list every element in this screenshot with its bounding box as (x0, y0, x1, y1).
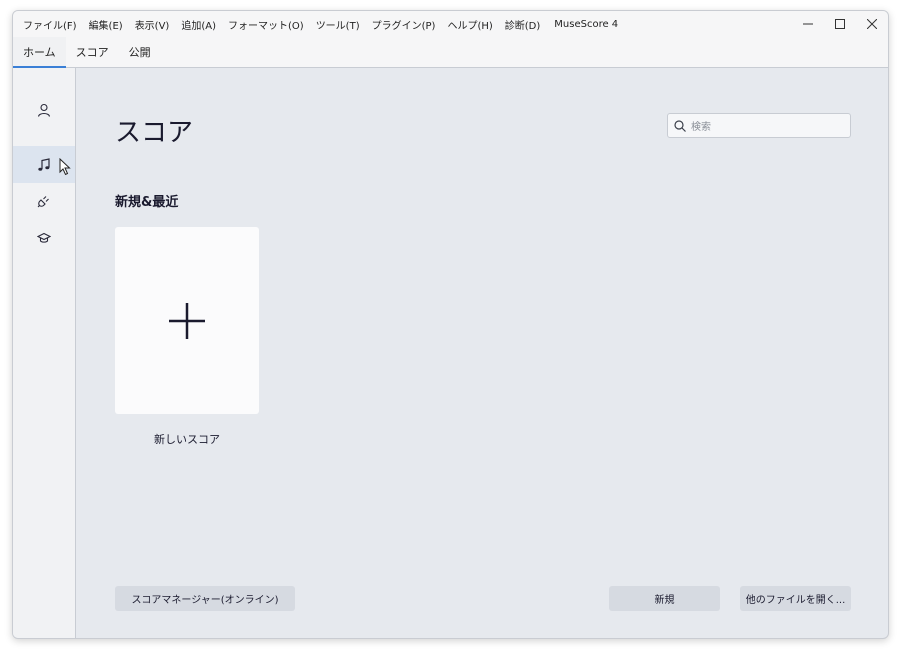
tab-publish[interactable]: 公開 (119, 37, 161, 67)
account-icon (37, 103, 51, 117)
main-content: スコア 検索 新規&最近 新しいスコア スコアマネージャー(オンライン) 新規 … (76, 68, 888, 638)
menu-plugins[interactable]: プラグイン(P) (366, 11, 442, 37)
close-icon (867, 19, 877, 29)
section-title: 新規&最近 (115, 195, 179, 210)
menu-edit[interactable]: 編集(E) (83, 11, 129, 37)
app-window: ファイル(F) 編集(E) 表示(V) 追加(A) フォーマット(O) ツール(… (12, 10, 889, 639)
menu-tools[interactable]: ツール(T) (310, 11, 366, 37)
maximize-icon (835, 19, 845, 29)
tab-home[interactable]: ホーム (13, 37, 66, 68)
new-score-card[interactable] (115, 227, 259, 414)
minimize-icon (803, 23, 813, 25)
plus-icon (169, 302, 205, 339)
menu-help[interactable]: ヘルプ(H) (441, 11, 498, 37)
score-manager-button[interactable]: スコアマネージャー(オンライン) (115, 586, 295, 611)
sidebar (13, 68, 76, 638)
menu-add[interactable]: 追加(A) (175, 11, 222, 37)
search-field[interactable]: 検索 (667, 113, 851, 138)
tab-bar: ホーム スコア 公開 (13, 37, 888, 68)
menu-view[interactable]: 表示(V) (129, 11, 176, 37)
maximize-button[interactable] (824, 11, 856, 37)
menu-diagnostic[interactable]: 診断(D) (499, 11, 547, 37)
sidebar-item-plugins[interactable] (13, 182, 75, 219)
open-other-files-button[interactable]: 他のファイルを開く... (740, 586, 851, 611)
menu-format[interactable]: フォーマット(O) (222, 11, 310, 37)
learn-icon (37, 232, 51, 243)
mouse-cursor-icon (59, 158, 71, 176)
sidebar-item-learn[interactable] (13, 219, 75, 256)
sidebar-item-account[interactable] (13, 91, 75, 128)
search-icon (674, 119, 686, 132)
menu-bar: ファイル(F) 編集(E) 表示(V) 追加(A) フォーマット(O) ツール(… (13, 11, 618, 37)
app-title: MuseScore 4 (554, 18, 619, 30)
title-bar: ファイル(F) 編集(E) 表示(V) 追加(A) フォーマット(O) ツール(… (13, 11, 888, 37)
tab-score[interactable]: スコア (66, 37, 119, 67)
close-button[interactable] (856, 11, 888, 37)
new-score-label[interactable]: 新しいスコア (115, 431, 259, 447)
window-controls (792, 11, 888, 37)
plugin-icon (37, 195, 49, 207)
menu-file[interactable]: ファイル(F) (17, 11, 83, 37)
new-button[interactable]: 新規 (609, 586, 720, 611)
page-title: スコア (115, 118, 194, 148)
music-note-icon (38, 157, 50, 171)
search-placeholder: 検索 (691, 122, 711, 133)
minimize-button[interactable] (792, 11, 824, 37)
